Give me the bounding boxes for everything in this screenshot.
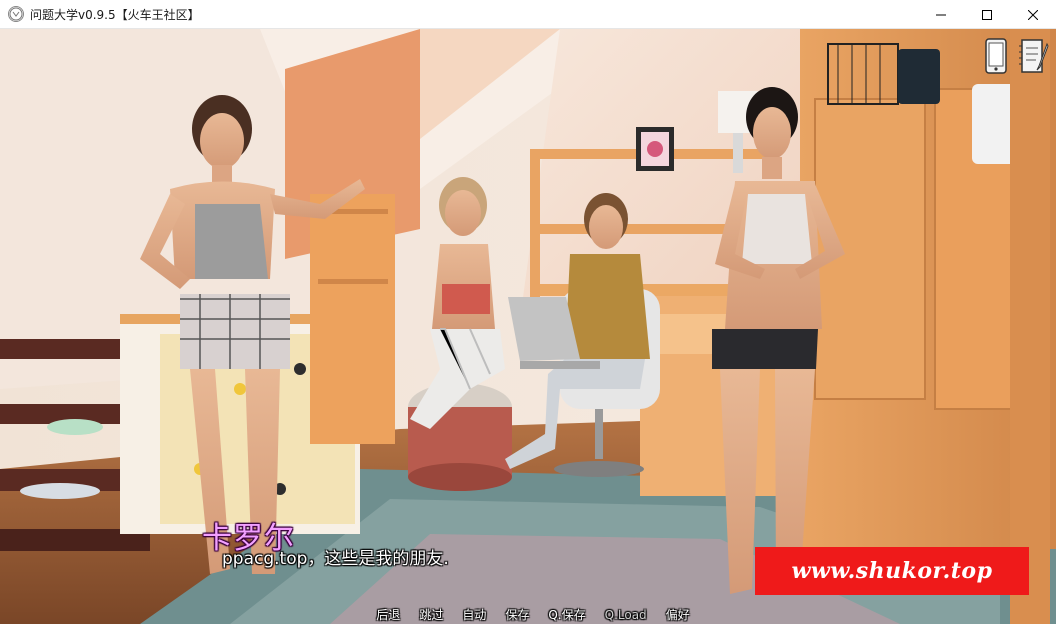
- quick-menu-quick-save[interactable]: Q.保存: [548, 606, 585, 623]
- app-logo-icon: [8, 6, 24, 22]
- phone-button[interactable]: [980, 37, 1012, 75]
- watermark-banner: www.shukor.top: [755, 547, 1029, 595]
- quick-menu: 后退 跳过 自动 保存 Q.保存 Q.Load 偏好: [0, 605, 1056, 624]
- dialogue-text: ppacg.top，这些是我的朋友.: [222, 549, 449, 569]
- window-controls: [918, 0, 1056, 29]
- maximize-icon: [982, 9, 992, 20]
- window-title: 问题大学v0.9.5【火车王社区】: [30, 7, 200, 22]
- minimize-icon: [936, 14, 946, 15]
- quick-menu-auto[interactable]: 自动: [462, 606, 486, 623]
- quick-menu-preferences[interactable]: 偏好: [666, 606, 690, 623]
- game-viewport[interactable]: 卡罗尔 ppacg.top，这些是我的朋友. www.shukor.top 后退…: [0, 29, 1056, 624]
- hud-toolbar: [980, 37, 1050, 75]
- quick-menu-quick-load[interactable]: Q.Load: [605, 608, 647, 622]
- phone-icon: [985, 38, 1007, 74]
- quick-menu-save[interactable]: 保存: [505, 606, 529, 623]
- watermark-text: www.shukor.top: [791, 558, 993, 584]
- minimize-button[interactable]: [918, 0, 964, 29]
- close-button[interactable]: [1010, 0, 1056, 29]
- notebook-icon: [1019, 39, 1049, 73]
- quick-menu-skip[interactable]: 跳过: [419, 606, 443, 623]
- maximize-button[interactable]: [964, 0, 1010, 29]
- scene-background: [0, 29, 1056, 624]
- notebook-button[interactable]: [1018, 37, 1050, 75]
- close-icon: [1028, 9, 1038, 20]
- quick-menu-back[interactable]: 后退: [376, 606, 400, 623]
- title-bar[interactable]: 问题大学v0.9.5【火车王社区】: [0, 0, 1056, 29]
